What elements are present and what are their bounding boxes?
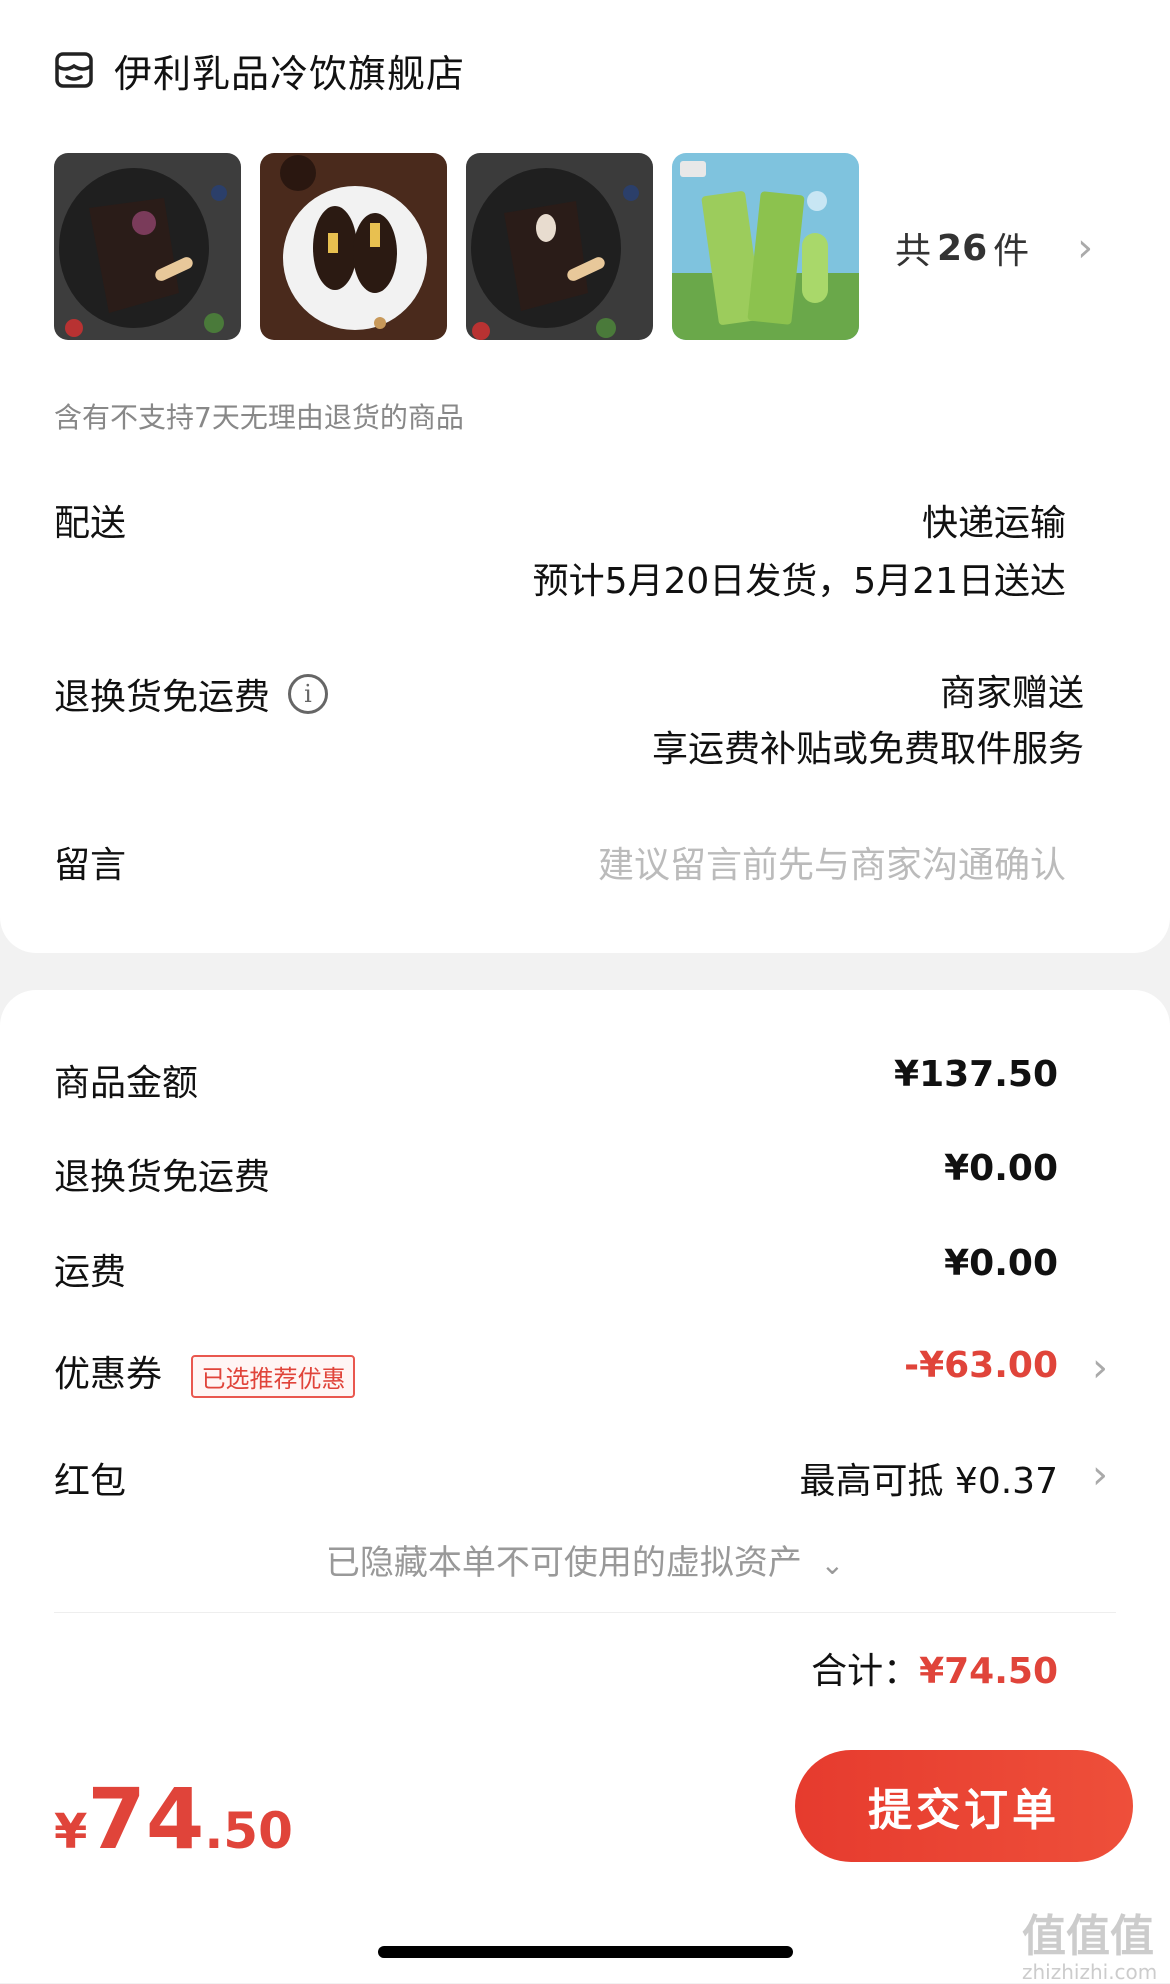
info-icon[interactable]: i (288, 674, 329, 714)
message-input[interactable]: 建议留言前先与商家沟通确认 (598, 836, 1066, 888)
coupon-label: 优惠券 (54, 1354, 163, 1395)
pay-amount-integer: 74 (87, 1770, 205, 1868)
currency-symbol: ¥ (54, 1804, 88, 1860)
goods-amount-label: 商品金额 (54, 1063, 199, 1104)
coupon-row: 优惠券 已选推荐优惠 (54, 1345, 356, 1398)
return-policy-notice: 含有不支持7天无理由退货的商品 (54, 401, 464, 434)
delivery-estimate: 预计5月20日发货，5月21日送达 (532, 561, 1066, 602)
order-total: 合计：¥74.50 (811, 1642, 1058, 1694)
message-label: 留言 (54, 845, 127, 886)
chevron-down-icon: ⌄ (820, 1548, 845, 1581)
goods-amount-value: ¥137.50 (894, 1054, 1058, 1095)
hidden-assets-toggle[interactable]: 已隐藏本单不可使用的虚拟资产 ⌄ (0, 1535, 1170, 1584)
product-thumbnail[interactable] (672, 153, 859, 340)
product-thumbnail[interactable] (260, 153, 447, 340)
return-shipping-row: 退换货免运费 i (54, 668, 329, 720)
red-packet-label: 红包 (54, 1461, 127, 1502)
divider (54, 1612, 1116, 1613)
count-prefix: 共 (895, 231, 932, 272)
shipping-fee-label: 运费 (54, 1252, 127, 1293)
total-label: 合计： (811, 1651, 920, 1692)
pay-amount: ¥74.50 (54, 1770, 293, 1868)
watermark-sub: zhizhizhi.com (1022, 1960, 1158, 1984)
watermark-main: 值值值 (1022, 1911, 1154, 1962)
return-fee-value: ¥0.00 (944, 1148, 1058, 1189)
shipping-fee-value: ¥0.00 (944, 1243, 1058, 1284)
chevron-right-icon[interactable]: › (1092, 1348, 1108, 1388)
return-shipping-label: 退换货免运费 (54, 677, 271, 718)
red-packet-value[interactable]: 最高可抵 ¥0.37 (799, 1452, 1058, 1504)
store-header[interactable]: 伊利乳品冷饮旗舰店 (54, 42, 465, 98)
delivery-method: 快递运输 (921, 503, 1066, 544)
hidden-assets-text: 已隐藏本单不可使用的虚拟资产 (325, 1543, 802, 1583)
order-store-card: 伊利乳品冷饮旗舰店 共 26 件 › 含有不支持7天无理由退货的商品 配送 快递… (0, 0, 1170, 953)
delivery-label: 配送 (54, 503, 127, 544)
coupon-badge: 已选推荐优惠 (191, 1354, 356, 1398)
product-thumbnails[interactable] (54, 153, 859, 340)
chevron-right-icon[interactable]: › (1092, 1455, 1108, 1495)
store-name: 伊利乳品冷饮旗舰店 (114, 51, 466, 96)
total-value: ¥74.50 (919, 1651, 1058, 1692)
return-shipping-value: 商家赠送 (939, 673, 1084, 714)
submit-order-button[interactable]: 提交订单 (795, 1750, 1133, 1862)
return-fee-label: 退换货免运费 (54, 1157, 271, 1198)
product-thumbnail[interactable] (54, 153, 241, 340)
watermark: 值值值 zhizhizhi.com (1022, 1900, 1157, 1984)
return-shipping-desc: 享运费补贴或免费取件服务 (651, 729, 1084, 770)
pay-amount-decimal: .50 (204, 1802, 293, 1860)
coupon-value[interactable]: -¥63.00 (904, 1345, 1058, 1386)
product-thumbnail[interactable] (466, 153, 653, 340)
count-suffix: 件 (993, 231, 1030, 272)
home-indicator[interactable] (378, 1946, 793, 1958)
item-count: 26 (937, 227, 988, 269)
chevron-right-icon: › (1077, 225, 1094, 271)
store-icon (55, 52, 93, 88)
product-count-link[interactable]: 共 26 件 › (895, 222, 1093, 274)
